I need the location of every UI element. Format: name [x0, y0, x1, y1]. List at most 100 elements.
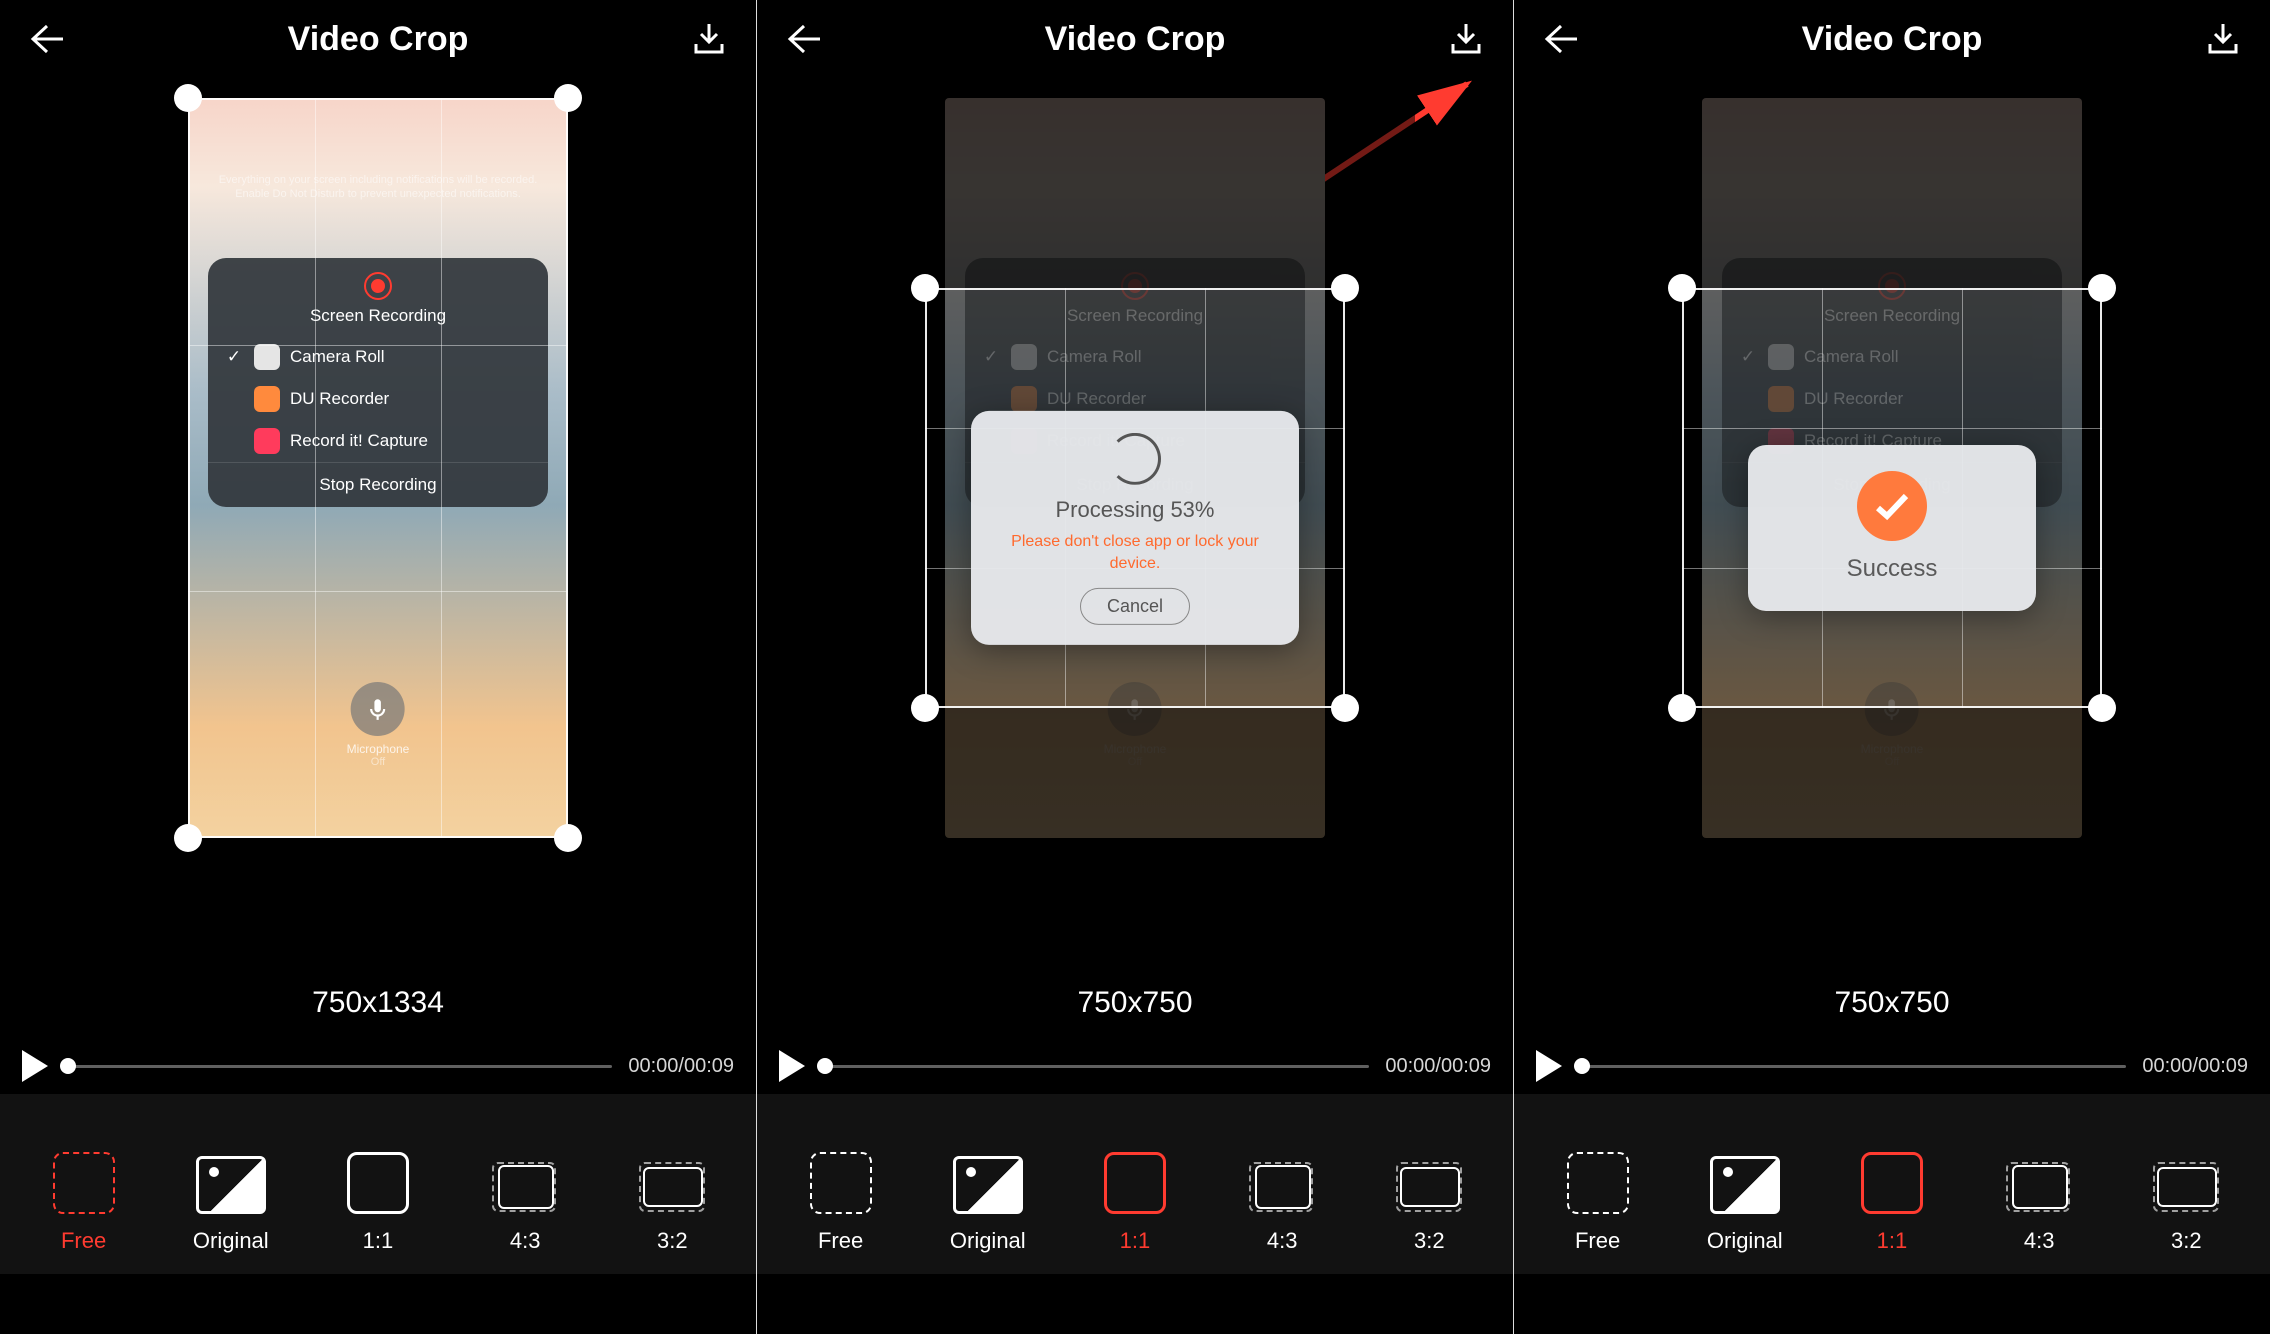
- crop-handle-tr[interactable]: [1331, 274, 1359, 302]
- crop-handle-br[interactable]: [2088, 694, 2116, 722]
- dialog-title: Processing 53%: [985, 497, 1285, 523]
- ratio-icon: [810, 1152, 872, 1214]
- ratio-bar: Free Original 1:1 4:3 3:2: [1514, 1094, 2270, 1274]
- crop-handle-tl[interactable]: [911, 274, 939, 302]
- crop-mask: [1702, 98, 2082, 288]
- crop-grid: [188, 98, 568, 838]
- ratio-icon: [347, 1152, 409, 1214]
- ratio-icon: [1861, 1152, 1923, 1214]
- crop-canvas[interactable]: Screen Recording ✓ Camera Roll DU Record…: [1612, 98, 2172, 958]
- ratio-icon: [639, 1162, 705, 1214]
- ratio-icon: [1567, 1152, 1629, 1214]
- app-screen: Video Crop Screen Recording ✓ Camera Rol…: [757, 0, 1513, 1334]
- crop-handle-br[interactable]: [554, 824, 582, 852]
- ratio-bar: Free Original 1:1 4:3 3:2: [0, 1094, 756, 1274]
- crop-dimensions: 750x750: [1514, 986, 2270, 1020]
- playback-bar: 00:00/00:09: [757, 1038, 1513, 1094]
- crop-mask: [945, 708, 1325, 838]
- success-dialog: Success: [1748, 445, 2036, 611]
- ratio-label: 4:3: [510, 1228, 541, 1254]
- ratio-icon: [1249, 1162, 1315, 1214]
- crop-handle-bl[interactable]: [911, 694, 939, 722]
- crop-box[interactable]: [188, 98, 568, 838]
- ratio-label: Free: [818, 1228, 863, 1254]
- ratio-icon: [196, 1156, 266, 1214]
- ratio-option-1-1[interactable]: 1:1: [1832, 1152, 1952, 1254]
- crop-handle-bl[interactable]: [174, 824, 202, 852]
- cancel-button[interactable]: Cancel: [1080, 588, 1190, 625]
- play-button[interactable]: [779, 1050, 805, 1082]
- playback-bar: 00:00/00:09: [0, 1038, 756, 1094]
- ratio-icon: [1396, 1162, 1462, 1214]
- app-screen: Video Crop Everything on your screen inc…: [0, 0, 756, 1334]
- crop-handle-tl[interactable]: [174, 84, 202, 112]
- crop-handle-tl[interactable]: [1668, 274, 1696, 302]
- ratio-icon: [1710, 1156, 1780, 1214]
- page-title: Video Crop: [288, 20, 469, 59]
- back-button[interactable]: [22, 14, 72, 64]
- ratio-option-3-2[interactable]: 3:2: [2126, 1162, 2246, 1254]
- dialog-title: Success: [1762, 555, 2022, 583]
- export-button[interactable]: [1441, 14, 1491, 64]
- ratio-option-original[interactable]: Original: [928, 1156, 1048, 1254]
- export-button[interactable]: [684, 14, 734, 64]
- ratio-icon: [2006, 1162, 2072, 1214]
- crop-handle-br[interactable]: [1331, 694, 1359, 722]
- seek-track[interactable]: [64, 1065, 612, 1068]
- dialog-warning: Please don't close app or lock your devi…: [995, 531, 1275, 574]
- ratio-label: 1:1: [1877, 1228, 1908, 1254]
- playback-bar: 00:00/00:09: [1514, 1038, 2270, 1094]
- crop-canvas[interactable]: Screen Recording ✓ Camera Roll DU Record…: [855, 98, 1415, 958]
- ratio-option-1-1[interactable]: 1:1: [1075, 1152, 1195, 1254]
- ratio-label: Original: [950, 1228, 1026, 1254]
- ratio-label: Original: [193, 1228, 269, 1254]
- crop-mask: [1702, 708, 2082, 838]
- crop-handle-bl[interactable]: [1668, 694, 1696, 722]
- crop-canvas[interactable]: Everything on your screen including noti…: [98, 98, 658, 958]
- seek-thumb[interactable]: [60, 1058, 76, 1074]
- app-screen: Video Crop Screen Recording ✓ Camera Rol…: [1514, 0, 2270, 1334]
- ratio-icon: [492, 1162, 558, 1214]
- ratio-icon: [1104, 1152, 1166, 1214]
- ratio-option-original[interactable]: Original: [1685, 1156, 1805, 1254]
- time-display: 00:00/00:09: [628, 1055, 734, 1078]
- crop-dimensions: 750x750: [757, 986, 1513, 1020]
- crop-handle-tr[interactable]: [554, 84, 582, 112]
- ratio-option-4-3[interactable]: 4:3: [465, 1162, 585, 1254]
- export-button[interactable]: [2198, 14, 2248, 64]
- ratio-icon: [53, 1152, 115, 1214]
- success-check-icon: [1857, 471, 1927, 541]
- ratio-label: Free: [1575, 1228, 1620, 1254]
- ratio-option-free[interactable]: Free: [781, 1152, 901, 1254]
- ratio-option-original[interactable]: Original: [171, 1156, 291, 1254]
- header: Video Crop: [1514, 0, 2270, 78]
- back-button[interactable]: [1536, 14, 1586, 64]
- seek-thumb[interactable]: [1574, 1058, 1590, 1074]
- ratio-option-free[interactable]: Free: [1538, 1152, 1658, 1254]
- spinner-icon: [1109, 433, 1161, 485]
- play-button[interactable]: [22, 1050, 48, 1082]
- crop-handle-tr[interactable]: [2088, 274, 2116, 302]
- ratio-label: 4:3: [2024, 1228, 2055, 1254]
- preview-area: Screen Recording ✓ Camera Roll DU Record…: [1514, 78, 2270, 1038]
- ratio-label: Original: [1707, 1228, 1783, 1254]
- ratio-icon: [953, 1156, 1023, 1214]
- ratio-bar: Free Original 1:1 4:3 3:2: [757, 1094, 1513, 1274]
- ratio-option-3-2[interactable]: 3:2: [612, 1162, 732, 1254]
- play-button[interactable]: [1536, 1050, 1562, 1082]
- seek-track[interactable]: [821, 1065, 1369, 1068]
- ratio-option-free[interactable]: Free: [24, 1152, 144, 1254]
- ratio-option-3-2[interactable]: 3:2: [1369, 1162, 1489, 1254]
- ratio-option-4-3[interactable]: 4:3: [1222, 1162, 1342, 1254]
- ratio-label: 1:1: [363, 1228, 394, 1254]
- seek-track[interactable]: [1578, 1065, 2126, 1068]
- seek-thumb[interactable]: [817, 1058, 833, 1074]
- page-title: Video Crop: [1802, 20, 1983, 59]
- crop-mask: [945, 98, 1325, 288]
- back-button[interactable]: [779, 14, 829, 64]
- ratio-option-1-1[interactable]: 1:1: [318, 1152, 438, 1254]
- time-display: 00:00/00:09: [1385, 1055, 1491, 1078]
- ratio-option-4-3[interactable]: 4:3: [1979, 1162, 2099, 1254]
- ratio-label: 3:2: [1414, 1228, 1445, 1254]
- ratio-label: Free: [61, 1228, 106, 1254]
